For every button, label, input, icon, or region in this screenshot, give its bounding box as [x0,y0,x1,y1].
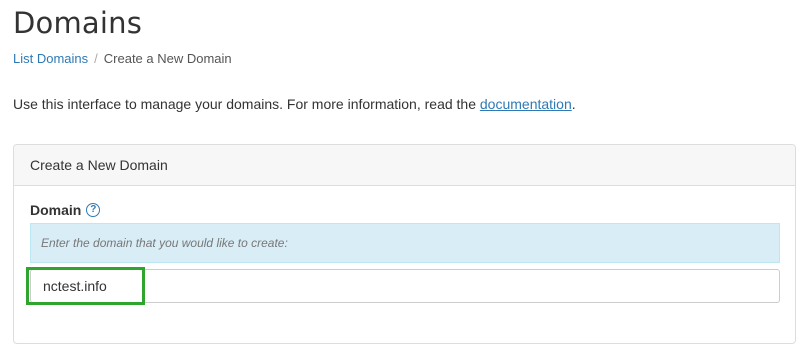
domain-help-text: Enter the domain that you would like to … [30,223,780,263]
breadcrumb-separator: / [94,51,98,66]
intro-text: Use this interface to manage your domain… [13,96,576,112]
page-title: Domains [13,6,143,40]
domain-label-text: Domain [30,202,82,218]
create-domain-panel: Create a New Domain Domain ? Enter the d… [13,144,796,344]
documentation-link[interactable]: documentation [480,96,572,112]
breadcrumb-current: Create a New Domain [103,51,232,66]
intro-body: Use this interface to manage your domain… [13,96,480,112]
question-circle-icon[interactable]: ? [86,203,101,217]
breadcrumb-list-domains-link[interactable]: List Domains [13,51,88,66]
domain-field-label: Domain ? [30,202,101,218]
domain-input[interactable] [30,269,780,303]
panel-heading: Create a New Domain [14,145,795,186]
intro-suffix: . [571,96,576,112]
breadcrumb: List Domains / Create a New Domain [13,51,232,66]
